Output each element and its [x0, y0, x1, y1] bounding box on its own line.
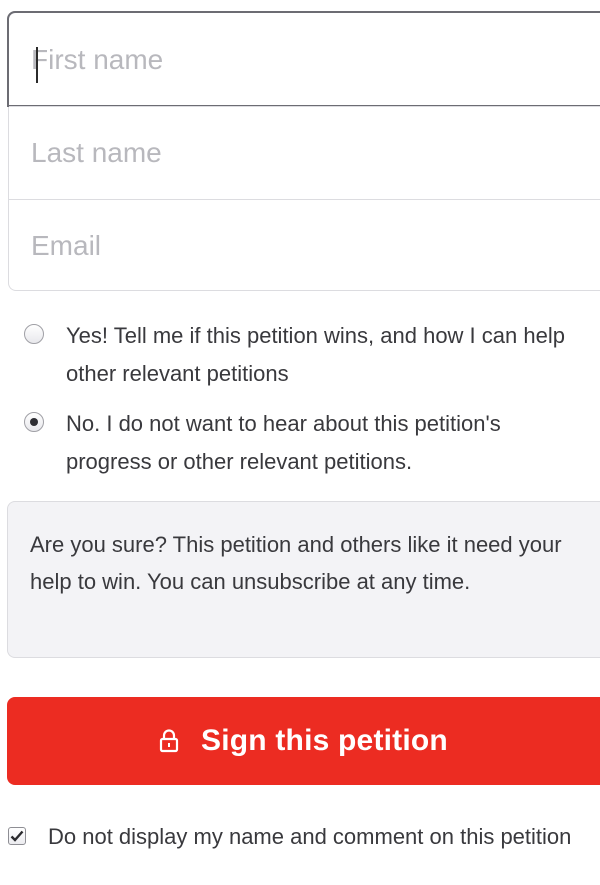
sign-petition-label: Sign this petition: [201, 724, 448, 757]
hide-name-option[interactable]: Do not display my name and comment on th…: [8, 818, 588, 856]
last-name-row: [9, 106, 600, 199]
petition-sign-form: Yes! Tell me if this petition wins, and …: [0, 0, 600, 885]
subscribe-no-option[interactable]: No. I do not want to hear about this pet…: [24, 405, 594, 481]
subscribe-yes-label: Yes! Tell me if this petition wins, and …: [66, 323, 565, 386]
hide-name-checkbox[interactable]: [8, 827, 26, 845]
first-name-row: [7, 11, 600, 107]
checkmark-icon: [10, 830, 24, 842]
notice-text: Are you sure? This petition and others l…: [30, 532, 562, 594]
email-row: [9, 199, 600, 292]
lock-icon: [159, 729, 179, 753]
email-input[interactable]: [9, 200, 600, 292]
first-name-input[interactable]: [9, 13, 600, 106]
last-name-input[interactable]: [9, 107, 600, 199]
hide-name-label: Do not display my name and comment on th…: [48, 824, 572, 849]
subscribe-yes-radio[interactable]: [24, 324, 44, 344]
unsubscribe-notice: Are you sure? This petition and others l…: [7, 501, 600, 658]
subscribe-yes-option[interactable]: Yes! Tell me if this petition wins, and …: [24, 317, 594, 393]
subscribe-no-radio[interactable]: [24, 412, 44, 432]
contact-fields-group: [7, 11, 600, 292]
text-caret: [36, 47, 38, 83]
subscribe-no-label: No. I do not want to hear about this pet…: [66, 411, 501, 474]
sign-petition-button[interactable]: Sign this petition: [7, 697, 600, 785]
